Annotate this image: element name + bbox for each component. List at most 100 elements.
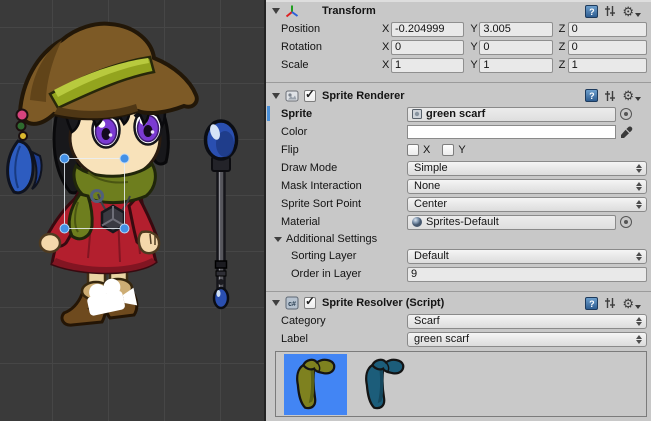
material-object-field[interactable]: Sprites-Default xyxy=(407,215,616,230)
selection-handle-top-right[interactable] xyxy=(120,154,129,163)
section-divider xyxy=(266,74,651,83)
foldout-arrow-icon[interactable] xyxy=(272,8,280,14)
axis-x-label: X xyxy=(382,41,391,53)
scale-x-field[interactable] xyxy=(391,58,464,73)
transform-icon xyxy=(285,4,299,18)
sprite-object-field[interactable]: green scarf xyxy=(407,107,616,122)
additional-settings-foldout[interactable]: Additional Settings xyxy=(266,231,651,247)
section-divider xyxy=(266,283,651,292)
help-icon[interactable]: ? xyxy=(585,89,598,102)
order-in-layer-row: Order in Layer xyxy=(266,265,651,283)
flip-x-checkbox[interactable] xyxy=(407,144,419,156)
green-scarf-image xyxy=(287,356,345,414)
mask-interaction-value: None xyxy=(414,180,440,192)
staff-sprite[interactable] xyxy=(206,121,237,308)
scale-label: Scale xyxy=(266,59,382,71)
flip-y-label: Y xyxy=(458,144,465,156)
dropdown-arrows-icon xyxy=(636,317,642,326)
axis-z-label: Z xyxy=(559,41,568,53)
order-in-layer-field[interactable] xyxy=(407,267,647,282)
axis-x-label: X xyxy=(382,23,391,35)
order-in-layer-label: Order in Layer xyxy=(266,268,407,280)
category-row: Category Scarf xyxy=(266,312,651,330)
position-y-field[interactable] xyxy=(479,22,552,37)
draw-mode-dropdown[interactable]: Simple xyxy=(407,161,647,176)
unity-editor-window: Transform ? ⚙ Position X Y Z Rotat xyxy=(0,0,651,421)
rotation-y-field[interactable] xyxy=(479,40,552,55)
draw-mode-label: Draw Mode xyxy=(266,162,407,174)
sprite-object-name: green scarf xyxy=(426,108,485,120)
foldout-arrow-icon[interactable] xyxy=(274,237,282,242)
label-label: Label xyxy=(266,333,407,345)
gear-menu-icon[interactable]: ⚙ xyxy=(622,5,641,18)
scale-row: Scale X Y Z xyxy=(266,56,651,74)
selection-handle-bottom-right[interactable] xyxy=(120,224,129,233)
sorting-layer-row: Sorting Layer Default xyxy=(266,247,651,265)
sprite-renderer-enabled-checkbox[interactable]: ✓ xyxy=(304,90,316,102)
material-object-name: Sprites-Default xyxy=(426,216,499,228)
sprite-sort-point-label: Sprite Sort Point xyxy=(266,198,407,210)
sprite-thumbnail-green-scarf[interactable] xyxy=(284,354,347,415)
flip-row: Flip X Y xyxy=(266,141,651,159)
scene-view[interactable] xyxy=(0,0,264,421)
eyedropper-icon[interactable] xyxy=(620,126,633,139)
foldout-arrow-icon[interactable] xyxy=(272,300,280,306)
foldout-arrow-icon[interactable] xyxy=(272,93,280,99)
scale-z-field[interactable] xyxy=(568,58,647,73)
position-z-field[interactable] xyxy=(568,22,647,37)
axis-z-label: Z xyxy=(559,59,568,71)
position-x-field[interactable] xyxy=(391,22,464,37)
selection-handle-bottom-left[interactable] xyxy=(60,224,69,233)
sprite-renderer-icon xyxy=(285,89,299,103)
sprite-sort-point-dropdown[interactable]: Center xyxy=(407,197,647,212)
scene-canvas[interactable] xyxy=(0,0,264,421)
presets-icon[interactable] xyxy=(603,89,617,103)
prefab-override-indicator xyxy=(267,106,270,121)
material-object-picker[interactable] xyxy=(620,216,632,228)
mask-interaction-row: Mask Interaction None xyxy=(266,177,651,195)
color-swatch[interactable] xyxy=(407,125,616,139)
draw-mode-row: Draw Mode Simple xyxy=(266,159,651,177)
sprite-thumbnail-blue-scarf[interactable] xyxy=(353,354,416,415)
dropdown-arrows-icon xyxy=(636,335,642,344)
flip-y-checkbox[interactable] xyxy=(442,144,454,156)
color-row: Color xyxy=(266,123,651,141)
axis-y-label: Y xyxy=(470,41,479,53)
dropdown-arrows-icon xyxy=(636,182,642,191)
sorting-layer-value: Default xyxy=(414,250,449,262)
blue-scarf-image xyxy=(356,356,414,414)
character-sprite[interactable] xyxy=(8,24,197,325)
material-label: Material xyxy=(266,216,407,228)
gear-menu-icon[interactable]: ⚙ xyxy=(622,297,641,310)
label-dropdown[interactable]: green scarf xyxy=(407,332,647,347)
sprite-object-picker[interactable] xyxy=(620,108,632,120)
presets-icon[interactable] xyxy=(603,296,617,310)
inspector-panel: Transform ? ⚙ Position X Y Z Rotat xyxy=(266,0,651,421)
sprite-resolver-header[interactable]: c# ✓ Sprite Resolver (Script) ? ⚙ xyxy=(266,292,651,312)
draw-mode-value: Simple xyxy=(414,162,448,174)
material-row: Material Sprites-Default xyxy=(266,213,651,231)
selection-handle-top-left[interactable] xyxy=(60,154,69,163)
sprite-resolver-title: Sprite Resolver (Script) xyxy=(322,297,444,309)
sprite-resolver-enabled-checkbox[interactable]: ✓ xyxy=(304,297,316,309)
gear-menu-icon[interactable]: ⚙ xyxy=(622,89,641,102)
presets-icon[interactable] xyxy=(603,4,617,18)
mask-interaction-dropdown[interactable]: None xyxy=(407,179,647,194)
category-dropdown[interactable]: Scarf xyxy=(407,314,647,329)
sprite-renderer-header[interactable]: ✓ Sprite Renderer ? ⚙ xyxy=(266,83,651,105)
flip-x-label: X xyxy=(423,144,430,156)
position-label: Position xyxy=(266,23,382,35)
category-value: Scarf xyxy=(414,315,440,327)
help-icon[interactable]: ? xyxy=(585,5,598,18)
svg-text:c#: c# xyxy=(288,301,296,308)
rotation-x-field[interactable] xyxy=(391,40,464,55)
scale-y-field[interactable] xyxy=(479,58,552,73)
sprite-label: Sprite xyxy=(266,108,407,120)
transform-header[interactable]: Transform ? ⚙ xyxy=(266,2,651,20)
axis-z-label: Z xyxy=(559,23,568,35)
sorting-layer-dropdown[interactable]: Default xyxy=(407,249,647,264)
sprite-row: Sprite green scarf xyxy=(266,105,651,123)
label-row: Label green scarf xyxy=(266,330,651,348)
rotation-z-field[interactable] xyxy=(568,40,647,55)
help-icon[interactable]: ? xyxy=(585,297,598,310)
